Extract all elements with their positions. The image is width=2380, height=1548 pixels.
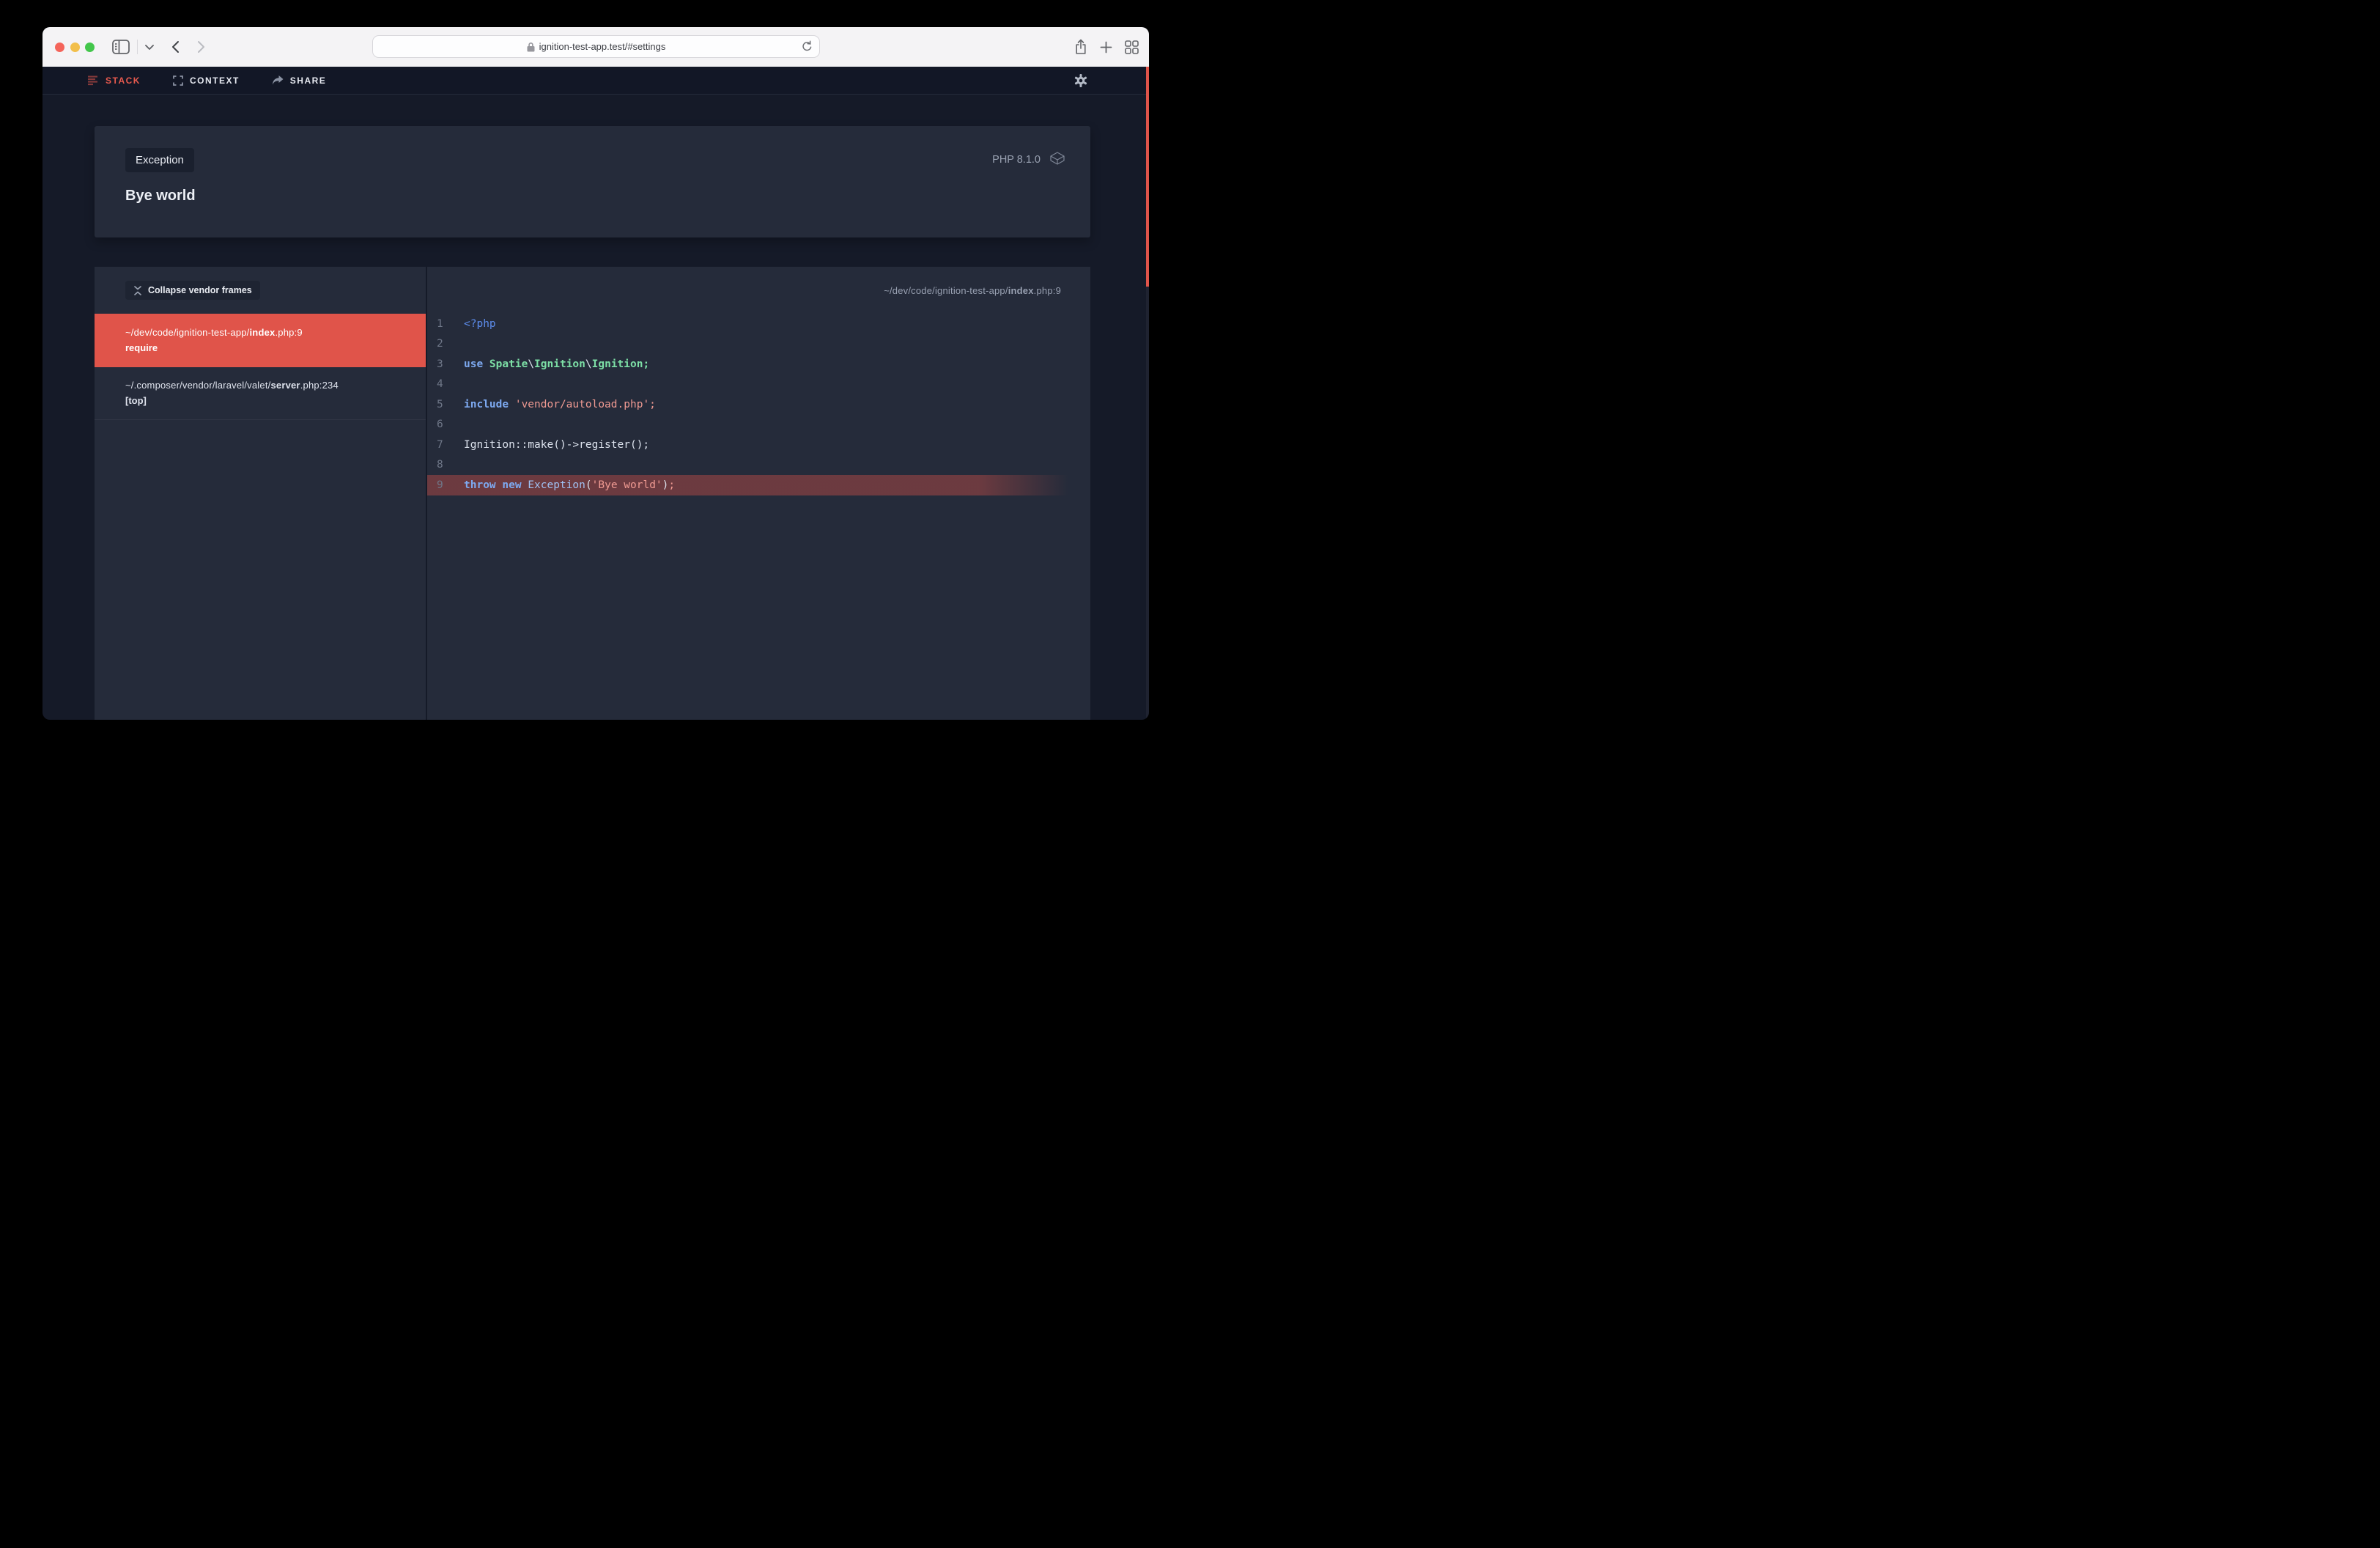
collapse-vendor-frames-button[interactable]: Collapse vendor frames [125, 281, 260, 300]
code-panel: ~/dev/code/ignition-test-app/index.php:9… [427, 267, 1090, 720]
tab-share-label: SHARE [290, 75, 327, 86]
code-line: 7Ignition::make()->register(); [427, 435, 1090, 455]
minimize-window-button[interactable] [70, 43, 80, 52]
code-line: 5include 'vendor/autoload.php'; [427, 394, 1090, 415]
collapse-icon [133, 286, 142, 295]
reload-button[interactable] [802, 40, 813, 53]
line-code: throw new Exception('Bye world'); [455, 479, 675, 491]
line-code: Ignition::make()->register(); [455, 439, 649, 451]
laravel-logo-icon [1049, 151, 1065, 168]
stack-frame[interactable]: ~/.composer/vendor/laravel/valet/server.… [95, 367, 426, 420]
page-scrollbar-track [1146, 67, 1149, 720]
line-code: use Spatie\Ignition\Ignition; [455, 358, 649, 370]
code-file-path: ~/dev/code/ignition-test-app/index.php:9 [427, 267, 1090, 314]
line-number: 7 [427, 439, 455, 451]
share-arrow-icon [272, 75, 284, 85]
php-version-block: PHP 8.1.0 [992, 151, 1065, 168]
sidebar-chevron-down-icon[interactable] [144, 44, 155, 51]
exception-card: Exception Bye world PHP 8.1.0 [95, 126, 1090, 237]
forward-button[interactable] [197, 40, 206, 54]
line-number: 5 [427, 399, 455, 410]
stack-lines-icon [88, 75, 99, 86]
code-path-prefix: ~/dev/code/ignition-test-app/ [884, 285, 1008, 296]
line-number: 4 [427, 378, 455, 390]
line-number: 1 [427, 318, 455, 330]
frame-method: require [125, 341, 404, 355]
stack-frames: ~/dev/code/ignition-test-app/index.php:9… [95, 314, 426, 420]
back-button[interactable] [171, 40, 180, 54]
exception-type-badge: Exception [125, 148, 194, 172]
code-line: 3use Spatie\Ignition\Ignition; [427, 354, 1090, 375]
zoom-window-button[interactable] [85, 43, 95, 52]
new-tab-plus-icon[interactable] [1100, 41, 1112, 54]
stack-trace-panel: Collapse vendor frames ~/dev/code/igniti… [95, 267, 426, 720]
code-lines: 1<?php23use Spatie\Ignition\Ignition;45i… [427, 314, 1090, 495]
tab-context-label: CONTEXT [190, 75, 240, 86]
frame-method: [top] [125, 394, 404, 408]
line-number: 2 [427, 338, 455, 350]
tab-overview-icon[interactable] [1125, 40, 1139, 54]
share-export-icon[interactable] [1074, 39, 1087, 55]
line-code: <?php [455, 318, 496, 330]
settings-gear-icon[interactable] [1074, 74, 1087, 91]
line-code: include 'vendor/autoload.php'; [455, 399, 656, 410]
tab-context[interactable]: CONTEXT [173, 75, 240, 86]
lock-icon [527, 42, 535, 52]
context-brackets-icon [173, 75, 183, 86]
code-line: 1<?php [427, 314, 1090, 334]
collapse-button-label: Collapse vendor frames [148, 285, 252, 295]
exception-message: Bye world [125, 188, 1090, 204]
ignition-navbar: STACK CONTEXT SHARE [42, 67, 1149, 95]
line-number: 6 [427, 419, 455, 430]
frame-file-path: ~/dev/code/ignition-test-app/index.php:9 [125, 325, 404, 340]
close-window-button[interactable] [55, 43, 64, 52]
code-line: 6 [427, 415, 1090, 435]
code-path-line: .php:9 [1034, 285, 1061, 296]
traffic-lights [55, 43, 95, 52]
tab-stack-label: STACK [106, 75, 141, 86]
ignition-page: Exception Bye world PHP 8.1.0 Collapse v… [42, 95, 1149, 720]
browser-window: ignition-test-app.test/#settings [42, 27, 1149, 720]
chrome-divider [137, 40, 138, 54]
php-version-label: PHP 8.1.0 [992, 154, 1041, 166]
stack-frame-active[interactable]: ~/dev/code/ignition-test-app/index.php:9… [95, 314, 426, 367]
page-scrollbar-thumb[interactable] [1146, 67, 1149, 287]
code-line-highlighted: 9throw new Exception('Bye world'); [427, 475, 1090, 495]
address-bar[interactable]: ignition-test-app.test/#settings [372, 35, 820, 58]
line-number: 8 [427, 459, 455, 471]
tab-share[interactable]: SHARE [272, 75, 327, 86]
line-number: 9 [427, 479, 455, 491]
browser-chrome: ignition-test-app.test/#settings [42, 27, 1149, 67]
code-line: 2 [427, 334, 1090, 355]
tab-stack[interactable]: STACK [88, 75, 141, 86]
sidebar-icon[interactable] [112, 40, 130, 54]
code-path-file: index [1008, 285, 1034, 296]
debug-panels: Collapse vendor frames ~/dev/code/igniti… [95, 267, 1090, 720]
code-line: 4 [427, 375, 1090, 395]
code-line: 8 [427, 455, 1090, 476]
line-number: 3 [427, 358, 455, 370]
frame-file-path: ~/.composer/vendor/laravel/valet/server.… [125, 378, 404, 393]
url-text: ignition-test-app.test/#settings [539, 41, 666, 52]
